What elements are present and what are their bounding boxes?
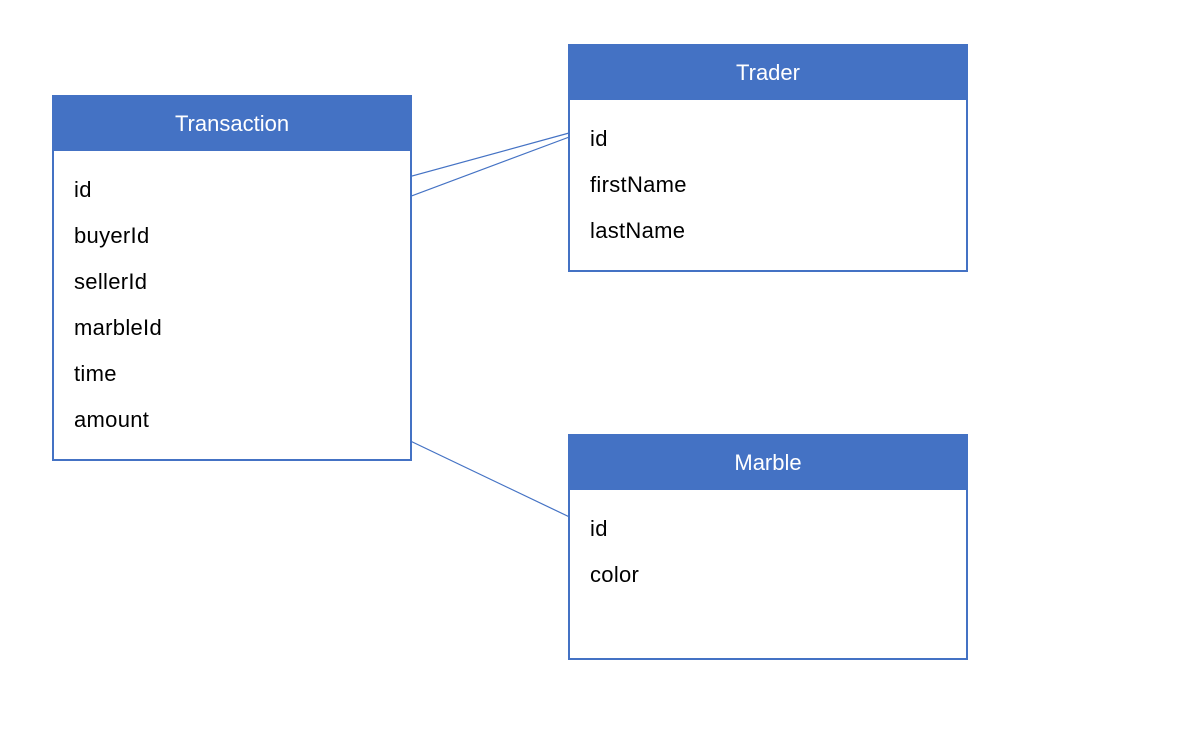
transaction-field-id: id xyxy=(74,167,390,213)
entity-marble-title: Marble xyxy=(734,450,801,475)
transaction-field-marbleid: marbleId xyxy=(74,305,390,351)
entity-transaction-title: Transaction xyxy=(175,111,289,136)
entity-trader: Trader id firstName lastName xyxy=(568,44,968,272)
entity-transaction-body: id buyerId sellerId marbleId time amount xyxy=(54,151,410,459)
transaction-field-sellerid: sellerId xyxy=(74,259,390,305)
entity-marble-body: id color xyxy=(570,490,966,658)
transaction-field-buyerid: buyerId xyxy=(74,213,390,259)
entity-marble: Marble id color xyxy=(568,434,968,660)
trader-field-firstname: firstName xyxy=(590,162,946,208)
transaction-field-amount: amount xyxy=(74,397,390,443)
trader-field-lastname: lastName xyxy=(590,208,946,254)
entity-trader-body: id firstName lastName xyxy=(570,100,966,270)
marble-field-id: id xyxy=(590,506,946,552)
entity-transaction: Transaction id buyerId sellerId marbleId… xyxy=(52,95,412,461)
entity-marble-header: Marble xyxy=(570,436,966,490)
entity-transaction-header: Transaction xyxy=(54,97,410,151)
marble-field-color: color xyxy=(590,552,946,598)
entity-trader-title: Trader xyxy=(736,60,800,85)
trader-field-id: id xyxy=(590,116,946,162)
entity-trader-header: Trader xyxy=(570,46,966,100)
transaction-field-time: time xyxy=(74,351,390,397)
